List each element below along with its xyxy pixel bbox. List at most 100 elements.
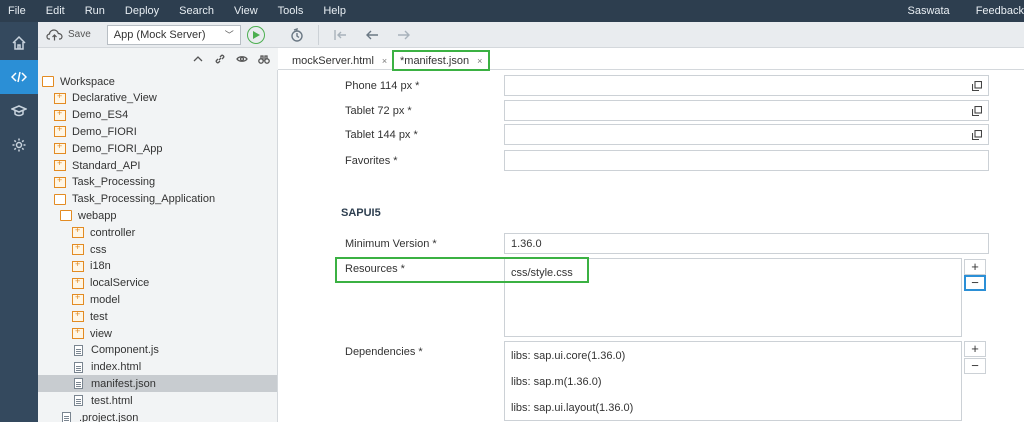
home-icon[interactable]	[0, 26, 38, 60]
save-button[interactable]: Save	[46, 28, 91, 42]
tree-folder-item[interactable]: i18n	[38, 258, 277, 275]
tree-item-label: test	[90, 310, 108, 323]
folder-icon	[72, 259, 84, 272]
tree-item-label: webapp	[78, 209, 117, 222]
add-resource-button[interactable]: +	[964, 259, 986, 275]
popup-icon[interactable]	[971, 80, 983, 92]
dependency-item[interactable]: libs: sap.ui.core(1.36.0)	[511, 350, 625, 362]
close-icon[interactable]: ×	[477, 56, 482, 66]
add-dependency-button[interactable]: +	[964, 341, 986, 357]
menu-help[interactable]: Help	[313, 0, 356, 22]
menu-search[interactable]: Search	[169, 0, 224, 22]
dependency-item[interactable]: libs: sap.ui.layout(1.36.0)	[511, 402, 633, 414]
tree-file-item[interactable]: manifest.json	[38, 375, 277, 393]
file-icon	[74, 361, 83, 373]
tree-folder-item[interactable]: model	[38, 291, 277, 308]
undo-all-icon[interactable]	[329, 25, 351, 45]
folder-icon	[72, 242, 84, 255]
menu-edit[interactable]: Edit	[36, 0, 75, 22]
history-icon[interactable]	[286, 25, 308, 45]
tree-folder-item[interactable]: localService	[38, 275, 277, 292]
remove-resource-button[interactable]: −	[964, 275, 986, 291]
dependency-item[interactable]: libs: sap.m(1.36.0)	[511, 376, 601, 388]
editor-toolbar	[278, 22, 1024, 48]
chevron-down-icon: ﹀	[224, 30, 234, 40]
popup-icon[interactable]	[971, 129, 983, 141]
run-config-select[interactable]: App (Mock Server) ﹀	[106, 24, 241, 45]
menu-file[interactable]: File	[0, 0, 36, 22]
menu-deploy[interactable]: Deploy	[115, 0, 169, 22]
tab-label: mockServer.html	[292, 54, 374, 67]
tree-item-label: .project.json	[79, 411, 139, 422]
tree-folder-item[interactable]: css	[38, 241, 277, 258]
tree-file-item[interactable]: test.html	[38, 392, 277, 409]
folder-icon	[54, 108, 66, 121]
gear-icon[interactable]	[0, 128, 38, 162]
folder-icon	[54, 124, 66, 138]
dependencies-list[interactable]: libs: sap.ui.core(1.36.0) libs: sap.m(1.…	[504, 341, 962, 421]
manifest-editor: Phone 114 px * Tablet 72 px * Tablet 144…	[278, 71, 1024, 422]
popup-icon[interactable]	[971, 105, 983, 117]
tree-folder-item[interactable]: Task_Processing	[38, 174, 277, 191]
menu-run[interactable]: Run	[75, 0, 115, 22]
tablet-144-label: Tablet 144 px *	[345, 129, 418, 141]
tab-manifest-json[interactable]: *manifest.json ×	[392, 50, 491, 71]
learning-cap-icon[interactable]	[0, 94, 38, 128]
tree-item-label: Demo_FIORI_App	[72, 142, 163, 155]
tablet-72-input[interactable]	[504, 100, 989, 121]
file-icon	[74, 344, 83, 356]
favorites-input[interactable]	[504, 150, 989, 171]
close-icon[interactable]: ×	[382, 56, 387, 66]
tree-folder-item[interactable]: webapp	[38, 207, 277, 224]
tree-file-item[interactable]: Component.js	[38, 342, 277, 359]
tree-folder-item[interactable]: Task_Processing_Application	[38, 191, 277, 208]
min-version-input[interactable]: 1.36.0	[504, 233, 989, 254]
resources-list[interactable]: css/style.css	[504, 258, 962, 337]
folder-icon	[72, 326, 84, 339]
tree-folder-item[interactable]: Demo_ES4	[38, 107, 277, 124]
tree-file-item[interactable]: .project.json	[38, 409, 277, 422]
folder-icon	[72, 292, 84, 306]
collapse-icon[interactable]	[192, 53, 204, 65]
tree-folder-item[interactable]: Workspace	[38, 73, 277, 90]
workspace-header	[38, 48, 278, 70]
tree-item-label: Demo_ES4	[72, 109, 129, 122]
menu-bar: File Edit Run Deploy Search View Tools H…	[0, 0, 1024, 22]
tree-folder-item[interactable]: view	[38, 325, 277, 342]
menu-tools[interactable]: Tools	[268, 0, 314, 22]
remove-dependency-button[interactable]: −	[964, 358, 986, 374]
tree-folder-item[interactable]: Demo_FIORI_App	[38, 140, 277, 157]
play-icon	[252, 30, 260, 39]
binoculars-icon[interactable]	[258, 53, 270, 65]
user-name[interactable]: Saswata	[889, 5, 967, 17]
tree-item-label: test.html	[91, 394, 133, 407]
feedback-link[interactable]: Feedback	[968, 5, 1024, 17]
phone-114-input[interactable]	[504, 75, 989, 96]
tree-folder-item[interactable]: Demo_FIORI	[38, 123, 277, 140]
tablet-144-input[interactable]	[504, 124, 989, 145]
tree-folder-item[interactable]: Declarative_View	[38, 90, 277, 107]
tablet-72-label: Tablet 72 px *	[345, 105, 412, 117]
back-arrow-icon[interactable]	[361, 25, 383, 45]
folder-icon	[54, 175, 66, 188]
file-tree: Workspace Declarative_View Demo_ES4 Demo_FI…	[38, 70, 278, 422]
eye-icon[interactable]	[236, 53, 248, 65]
run-config-value: App (Mock Server)	[113, 28, 206, 41]
tree-folder-item[interactable]: controller	[38, 224, 277, 241]
menu-view[interactable]: View	[224, 0, 268, 22]
resource-item[interactable]: css/style.css	[511, 267, 573, 279]
folder-icon	[60, 210, 72, 222]
code-icon[interactable]	[0, 60, 38, 94]
folder-icon	[54, 141, 66, 155]
tree-file-item[interactable]: index.html	[38, 359, 277, 376]
editor-tab-bar: mockServer.html × *manifest.json ×	[278, 48, 1024, 71]
tree-folder-item[interactable]: test	[38, 308, 277, 325]
run-button[interactable]	[246, 25, 265, 44]
forward-arrow-icon[interactable]	[393, 25, 415, 45]
tab-mockserver-html[interactable]: mockServer.html ×	[284, 51, 395, 70]
tree-folder-item[interactable]: Standard_API	[38, 157, 277, 174]
folder-icon	[54, 91, 66, 104]
main-toolbar: Save App (Mock Server) ﹀	[38, 22, 278, 48]
link-icon[interactable]	[214, 53, 226, 65]
tree-item-label: manifest.json	[91, 377, 156, 390]
